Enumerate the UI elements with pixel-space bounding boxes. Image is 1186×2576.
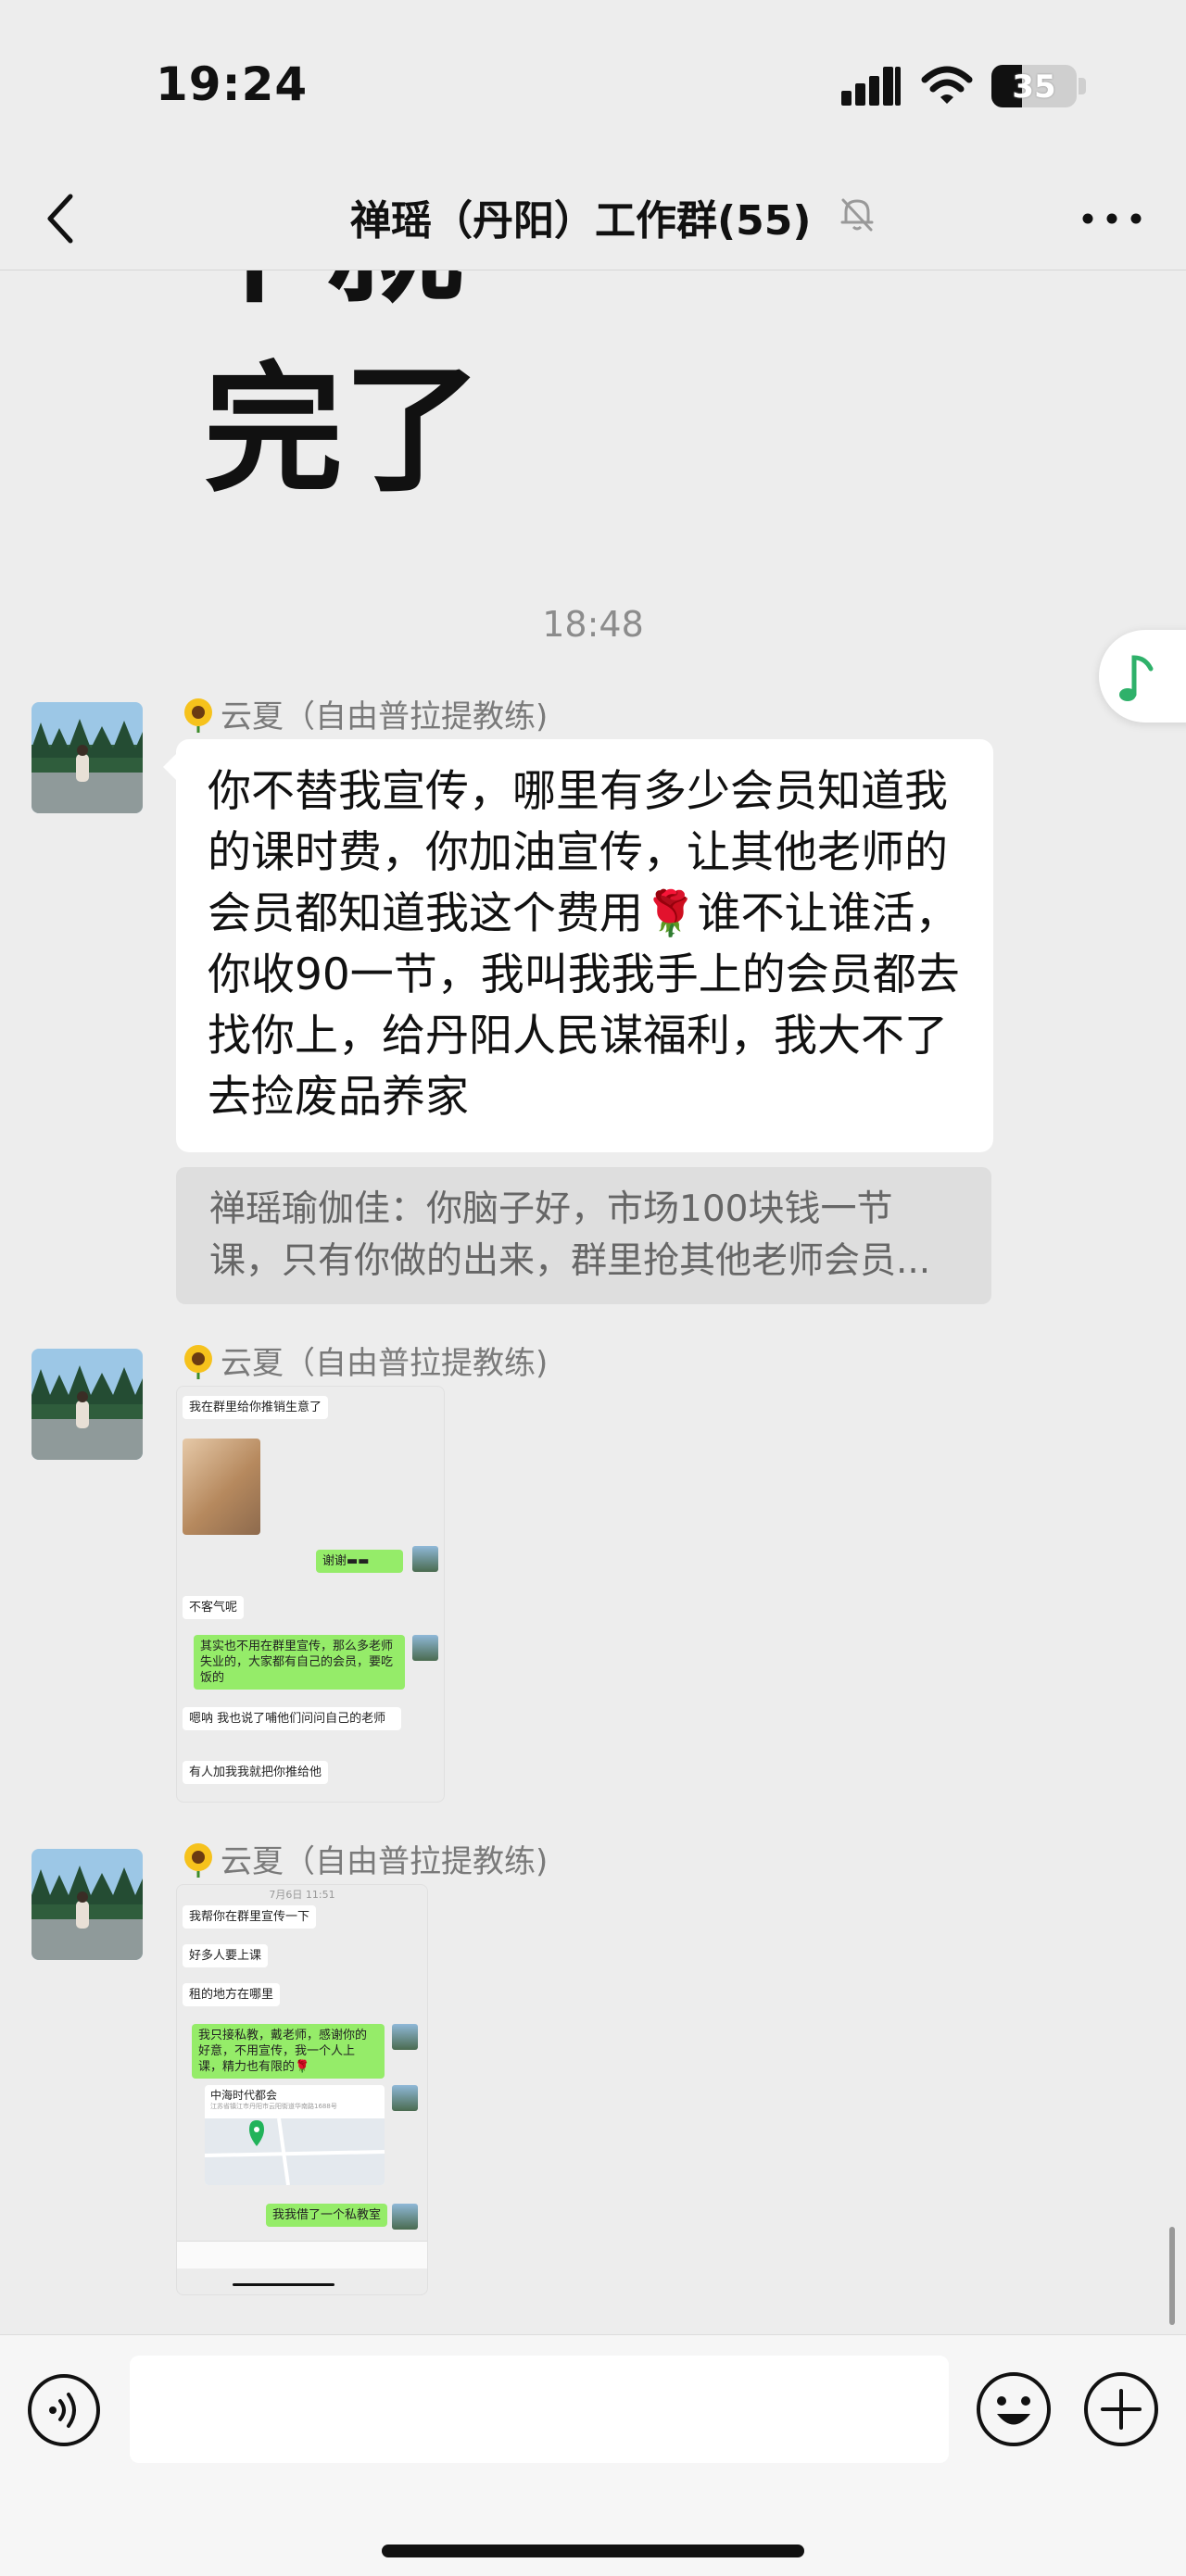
home-indicator xyxy=(382,2545,804,2557)
scrollbar[interactable] xyxy=(1169,2227,1175,2325)
avatar[interactable] xyxy=(32,702,143,813)
mini-message: 不客气呢 xyxy=(183,1596,245,1619)
calligraphy-line-1: 中就 xyxy=(185,270,463,322)
mini-message: 好多人要上课 xyxy=(183,1944,269,1967)
screenshot-image[interactable]: 我在群里给你推销生意了 谢谢▬▬ 不客气呢 其实也不用在群里宣传，那么多老师失业… xyxy=(176,1386,445,1803)
sunflower-icon xyxy=(184,698,212,733)
sunflower-icon xyxy=(184,1843,212,1878)
chat-message-list[interactable]: 中就 完了 18:48 云夏（自由普拉提教练) 你不替我宣传，哪里有多少会员知道… xyxy=(0,270,1186,2334)
message-input[interactable] xyxy=(130,2356,949,2463)
calligraphy-line-2: 完了 xyxy=(204,348,482,511)
mini-message: 有人加我我就把你推给他 xyxy=(183,1761,329,1784)
voice-input-button[interactable] xyxy=(26,2372,102,2448)
status-bar: 19:24 35 xyxy=(0,0,1186,167)
avatar[interactable] xyxy=(32,1349,143,1460)
more-functions-button[interactable] xyxy=(1082,2370,1160,2448)
sender-name: 云夏（自由普拉提教练) xyxy=(180,1836,548,1881)
mini-message: 谢谢▬▬ xyxy=(316,1550,403,1573)
sender-name: 云夏（自由普拉提教练) xyxy=(180,691,548,736)
chat-header: 禅瑶（丹阳）工作群(55) xyxy=(0,167,1186,270)
mini-message: 我我借了一个私教室 xyxy=(266,2204,388,2227)
mini-message: 其实也不用在群里宣传，那么多老师失业的，大家都有自己的会员，要吃饭的 xyxy=(194,1635,405,1690)
map-preview xyxy=(205,2117,385,2185)
floating-music-button[interactable] xyxy=(1099,630,1186,723)
mini-message: 租的地方在哪里 xyxy=(183,1983,281,2006)
location-card: 中海时代都会 江苏省镇江市丹阳市云阳街道华南路1688号 xyxy=(205,2085,385,2185)
screenshot-image[interactable]: 7月6日 11:51 我帮你在群里宣传一下 好多人要上课 租的地方在哪里 我只接… xyxy=(176,1884,428,2295)
message-timestamp: 18:48 xyxy=(542,604,644,645)
mini-input-bar xyxy=(177,2241,427,2268)
mini-avatar xyxy=(392,2024,418,2050)
status-time: 19:24 xyxy=(156,57,309,111)
chat-title: 禅瑶（丹阳）工作群(55) xyxy=(350,197,812,245)
quoted-message[interactable]: 禅瑶瑜伽佳：你脑子好，市场100块钱一节课，只有你做的出来，群里抢其他老师会员.… xyxy=(176,1167,991,1304)
mini-message: 我帮你在群里宣传一下 xyxy=(183,1905,317,1929)
mini-avatar xyxy=(392,2204,418,2230)
battery-percent: 35 xyxy=(1012,69,1056,106)
avatar[interactable] xyxy=(32,1849,143,1960)
input-bar xyxy=(0,2334,1186,2576)
mini-avatar xyxy=(412,1635,438,1661)
sunflower-icon xyxy=(184,1345,212,1379)
wifi-icon xyxy=(921,66,973,104)
cellular-signal-icon xyxy=(841,67,902,106)
emoji-button[interactable] xyxy=(975,2370,1053,2448)
mini-timestamp: 7月6日 11:51 xyxy=(269,1889,335,1901)
cat-photo xyxy=(183,1439,260,1535)
mini-message: 我只接私教，戴老师，感谢你的好意，不用宣传，我一个人上课，精力也有限的🌹 xyxy=(192,2024,385,2079)
back-button[interactable] xyxy=(33,182,107,256)
mini-avatar xyxy=(392,2085,418,2111)
mini-message: 我在群里给你推销生意了 xyxy=(183,1396,329,1419)
mini-message: 嗯呐 我也说了哺他们问问自己的老师 xyxy=(183,1707,401,1730)
muted-bell-icon xyxy=(840,198,874,232)
more-options-button[interactable] xyxy=(1075,193,1149,245)
message-bubble[interactable]: 你不替我宣传，哪里有多少会员知道我的课时费，你加油宣传，让其他老师的会员都知道我… xyxy=(176,739,993,1152)
mini-avatar xyxy=(412,1546,438,1572)
battery-tip xyxy=(1079,78,1086,94)
sender-name: 云夏（自由普拉提教练) xyxy=(180,1338,548,1383)
music-note-icon xyxy=(1119,655,1154,701)
mini-home-indicator xyxy=(233,2283,334,2286)
battery-icon: 35 xyxy=(991,65,1077,107)
calligraphy-image[interactable]: 中就 完了 xyxy=(176,270,510,567)
